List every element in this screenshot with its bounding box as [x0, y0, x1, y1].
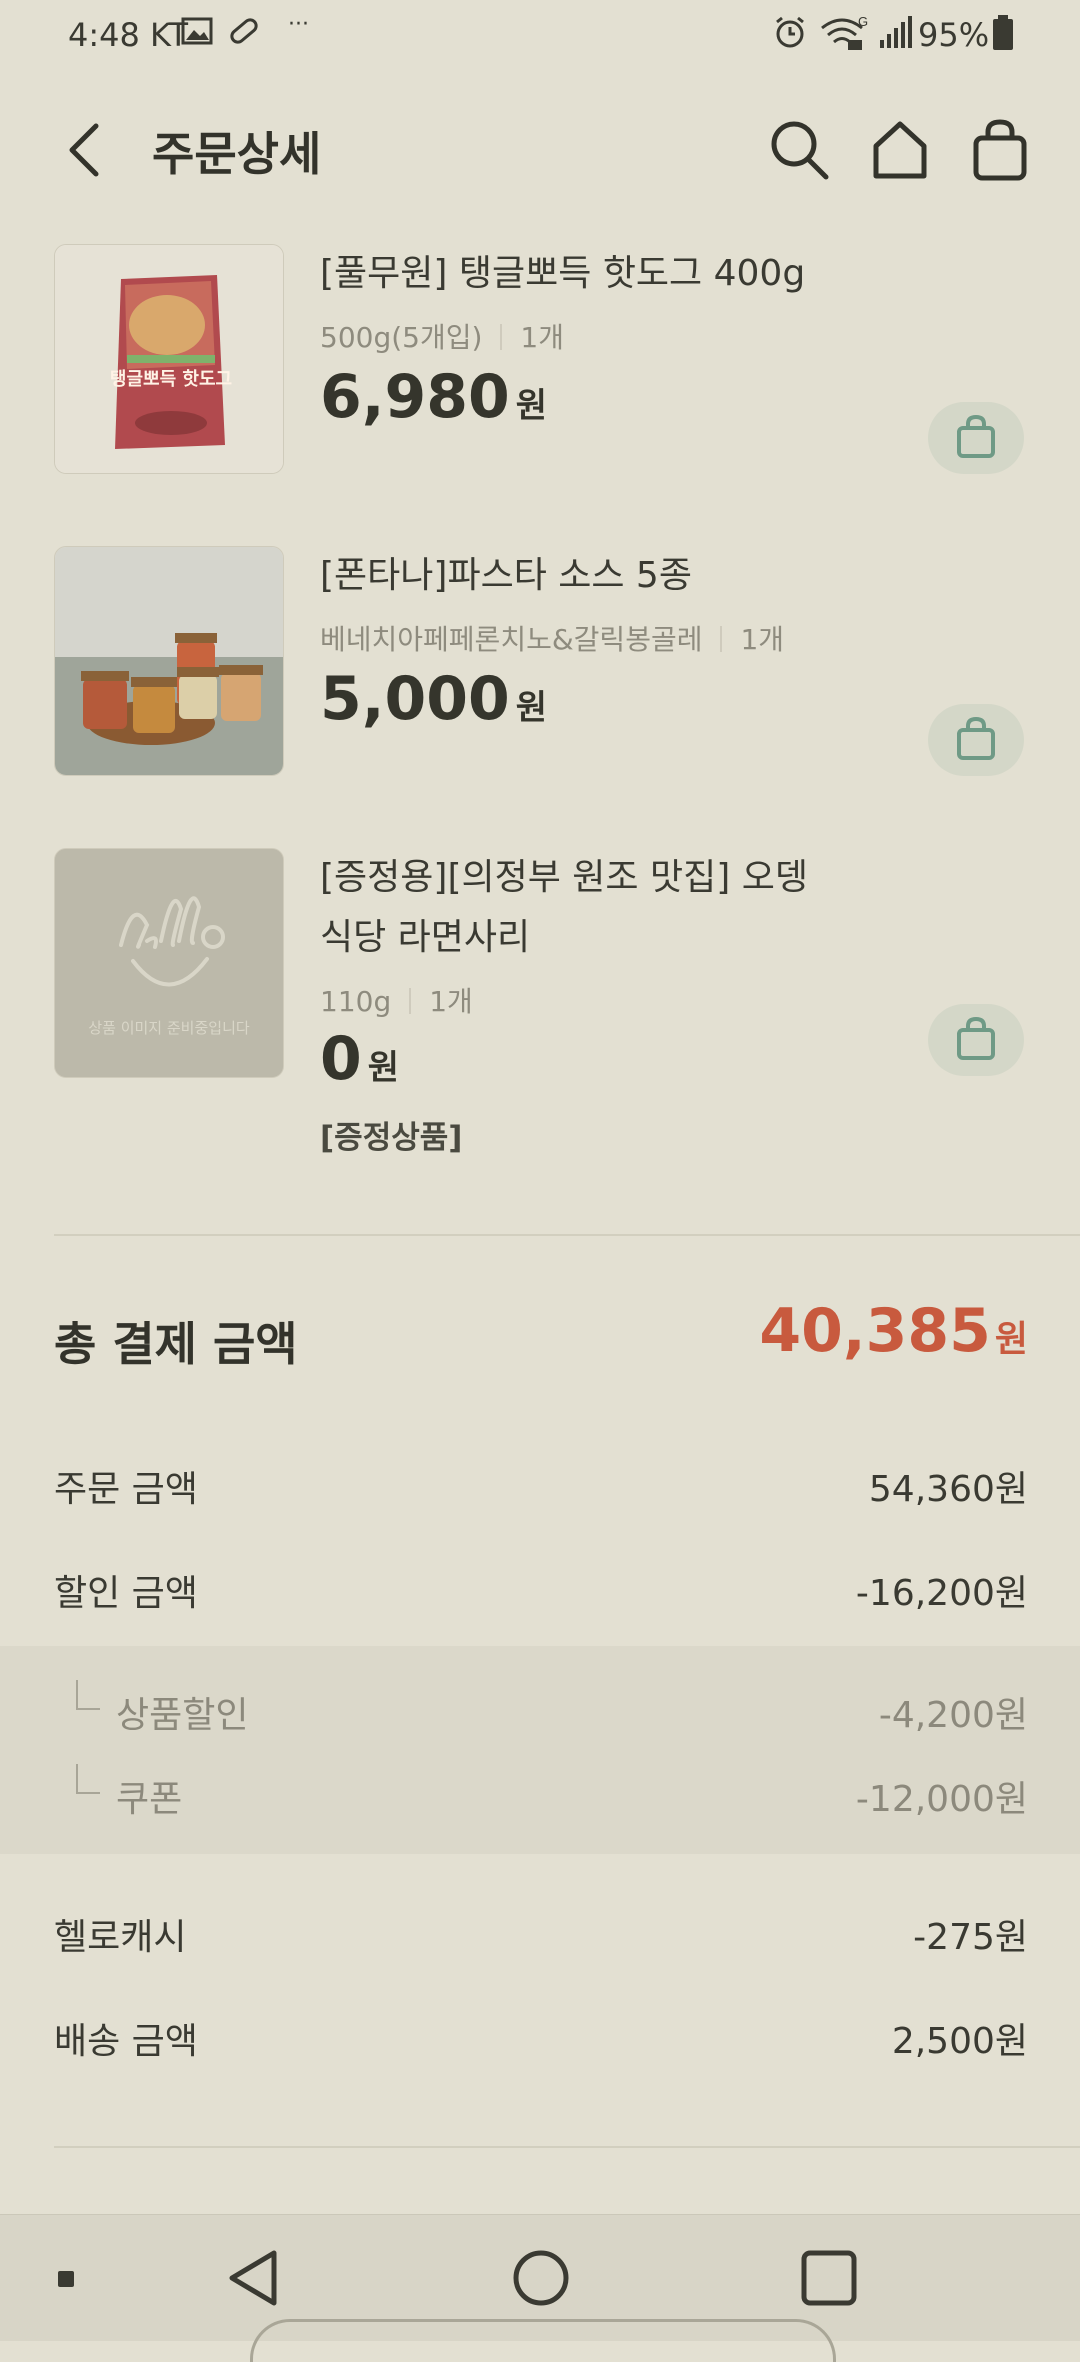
- hello-cash-label: 헬로캐시: [54, 1917, 187, 1958]
- shipping-amount-label: 배송 금액: [54, 2021, 198, 2062]
- product-name[interactable]: [풀무원] 탱글뽀득 핫도그 400g: [320, 244, 840, 304]
- gesture-handle[interactable]: [250, 2319, 836, 2362]
- product-option: 베네치아페페론치노&갈릭봉골레 1개: [320, 623, 785, 656]
- product-price: 5,000 원: [320, 664, 548, 734]
- product-price: 6,980 원: [320, 362, 548, 432]
- placeholder-text: 상품 이미지 준비중입니다: [88, 1019, 250, 1037]
- coupon-value: -12,000원: [855, 1779, 1028, 1820]
- gift-badge: [증정상품]: [320, 1120, 463, 1156]
- battery-icon: [990, 14, 1016, 56]
- order-amount-label: 주문 금액: [54, 1469, 198, 1510]
- shopping-bag-icon[interactable]: [964, 112, 1036, 188]
- signal-icon: [878, 14, 914, 54]
- total-payment-value: 40,385 원: [759, 1296, 1028, 1366]
- wifi-icon: G: [818, 14, 868, 56]
- hello-logo-placeholder: [55, 849, 283, 1077]
- add-to-cart-button[interactable]: [928, 1004, 1024, 1076]
- search-icon[interactable]: [764, 112, 836, 188]
- product-discount-label: 상품할인: [116, 1695, 249, 1736]
- product-discount-value: -4,200원: [878, 1695, 1028, 1736]
- coupon-label: 쿠폰: [116, 1779, 183, 1820]
- gallery-icon: [180, 14, 214, 52]
- status-bar: 4:48 KT ··· G 95%: [0, 0, 1080, 76]
- shipping-amount-value: 2,500원: [891, 2021, 1028, 2062]
- product-name[interactable]: [증정용][의정부 원조 맛집] 오뎅식당 라면사리: [320, 848, 840, 968]
- cart-bag-icon: [957, 1016, 995, 1060]
- more-notifications-icon: ···: [288, 12, 309, 37]
- add-to-cart-button[interactable]: [928, 704, 1024, 776]
- nav-back-icon[interactable]: [224, 2247, 284, 2313]
- page-title: 주문상세: [152, 127, 322, 181]
- cart-bag-icon: [957, 716, 995, 760]
- battery-percent: 95%: [918, 16, 990, 54]
- hello-cash-value: -275원: [913, 1917, 1028, 1958]
- discount-amount-label: 할인 금액: [54, 1573, 198, 1614]
- thumb-brand-text: 탱글뽀득 핫도그: [110, 369, 232, 390]
- nav-recents-icon[interactable]: [800, 2249, 858, 2311]
- nav-home-icon[interactable]: [512, 2249, 570, 2311]
- svg-text:G: G: [858, 14, 868, 29]
- product-thumbnail-placeholder[interactable]: 상품 이미지 준비중입니다: [54, 848, 284, 1078]
- system-nav-bar: [0, 2214, 1080, 2362]
- pill-icon: [226, 14, 262, 52]
- product-thumbnail[interactable]: 탱글뽀득 핫도그: [54, 244, 284, 474]
- section-divider: [54, 2146, 1080, 2148]
- product-thumbnail[interactable]: [54, 546, 284, 776]
- product-option: 500g(5개입) 1개: [320, 321, 564, 354]
- status-time: 4:48 KT: [68, 16, 189, 54]
- nav-pin-dot-icon[interactable]: [56, 2269, 76, 2293]
- tree-elbow-icon: [76, 1764, 100, 1794]
- discount-amount-value: -16,200원: [855, 1573, 1028, 1614]
- app-header: 주문상세: [0, 96, 1080, 204]
- section-divider: [54, 1234, 1080, 1236]
- order-amount-value: 54,360원: [868, 1469, 1028, 1510]
- discount-breakdown: [0, 1646, 1080, 1854]
- alarm-icon: [772, 14, 808, 54]
- back-arrow-icon[interactable]: [58, 116, 112, 184]
- add-to-cart-button[interactable]: [928, 402, 1024, 474]
- product-price: 0원: [320, 1024, 400, 1094]
- total-payment-label: 총 결제 금액: [54, 1317, 298, 1371]
- home-icon[interactable]: [864, 112, 936, 188]
- tree-elbow-icon: [76, 1680, 100, 1710]
- cart-bag-icon: [957, 414, 995, 458]
- product-option: 110g 1개: [320, 985, 473, 1018]
- product-name[interactable]: [폰타나]파스타 소스 5종: [320, 546, 840, 606]
